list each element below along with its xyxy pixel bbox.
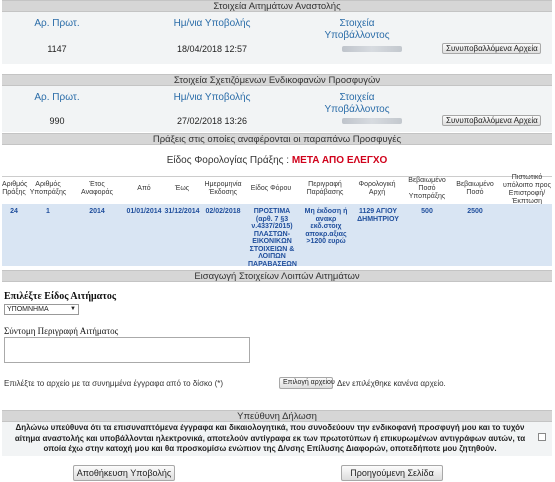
request-description-textarea[interactable] [4,337,250,363]
td-to: 31/12/2014 [164,208,200,215]
table-row: 24 1 2014 01/01/2014 31/12/2014 02/02/20… [2,204,552,268]
attached-files-button[interactable]: Συνυποβαλλόμενα Αρχεία [442,115,541,126]
td-tax-authority: 1129 ΑΓΙΟΥ ΔΗΜΗΤΡΙΟΥ [357,208,399,223]
choose-file-button[interactable]: Επιλογή αρχείου [279,377,335,389]
cell-ar-prot: 1147 [47,44,67,54]
section-title-other-requests: Εισαγωγή Στοιχείων Λοιπών Αιτημάτων [2,270,552,282]
tax-act-kind-label: Είδος Φορολογίας Πράξης : [166,155,290,166]
td-subact-number: 1 [46,208,50,215]
th-tax-authority: Φορολογική Αρχή [358,181,396,196]
file-select-label: Επιλέξτε το αρχείο με τα συνημμένα έγγρα… [4,379,224,388]
col-header-ar-prot: Αρ. Πρωτ. [34,18,80,29]
col-header-ar-prot: Αρ. Πρωτ. [34,92,80,103]
cell-date: 18/04/2018 12:57 [176,44,248,54]
request-description-label: Σύντομη Περιγραφή Αιτήματος [4,326,119,336]
chevron-down-icon: ▼ [70,306,76,312]
td-certified-amount: 2500 [467,208,483,215]
related-appeals-panel: Αρ. Πρωτ. Ημ/νια Υποβολής Στοιχεία Υποβά… [2,86,552,132]
section-title-declaration: Υπεύθυνη Δήλωση [2,410,552,422]
th-issue-date: Ημερομηνία Έκδοσης [204,181,242,196]
th-from: Από [137,185,151,192]
td-violation-desc: Μη έκδοση ή ανακρ εκδ.στοιχ αποκρ.αξιας … [304,208,348,245]
declaration-text: Δηλώνω υπεύθυνα ότι τα επισυναπτόμενα έγ… [14,423,526,453]
th-credit-balance: Πιστωτικό υπόλοιπο προς Επιστροφή/ Έκπτω… [503,174,551,205]
attached-files-button[interactable]: Συνυποβαλλόμενα Αρχεία [442,43,541,54]
section-title-acts: Πράξεις στις οποίες αναφέρονται οι παραπ… [2,133,552,145]
declaration-checkbox[interactable] [538,433,546,441]
th-to: Έως [174,185,190,192]
th-subact-number: Αριθμός Υποπράξης [29,181,67,196]
section-title-related-appeals: Στοιχεία Σχετιζόμενων Ενδικοφανών Προσφυ… [2,74,552,86]
submitter-redacted [342,118,402,124]
submitter-redacted [342,46,402,52]
th-violation-desc: Περιγραφή Παράβασης [306,181,344,196]
td-issue-date: 02/02/2018 [205,208,241,215]
save-submission-button[interactable]: Αποθήκευση Υποβολής [73,465,175,481]
suspension-requests-panel: Αρ. Πρωτ. Ημ/νια Υποβολής Στοιχεία Υποβά… [2,12,552,64]
tax-act-kind: Είδος Φορολογίας Πράξης : ΜΕΤΑ ΑΠΟ ΕΛΕΓΧ… [2,146,552,176]
col-header-date: Ημ/νια Υποβολής [173,18,251,29]
th-certified-amount: Βεβαιωμένο Ποσό [456,181,494,196]
col-header-submitter: Στοιχεία Υποβάλλοντος [324,18,390,41]
th-year: Έτος Αναφοράς [81,181,113,196]
td-act-number: 24 [10,208,18,215]
cell-date: 27/02/2018 13:26 [176,116,248,126]
cell-ar-prot: 990 [49,116,65,126]
th-act-number: Αριθμός Πράξης [2,181,28,196]
td-year: 2014 [89,208,105,215]
tax-act-kind-value: ΜΕΤΑ ΑΠΟ ΕΛΕΓΧΟ [291,155,388,166]
col-header-date: Ημ/νια Υποβολής [173,92,251,103]
section-title-suspension-requests: Στοιχεία Αιτημάτων Αναστολής [2,0,552,12]
request-type-label: Επιλέξτε Είδος Αιτήματος [4,291,117,302]
th-tax-kind: Είδος Φόρου [250,185,292,192]
th-certified-subact-amount: Βεβαιωμένο Ποσό Υποπράξης [408,177,446,200]
col-header-submitter: Στοιχεία Υποβάλλοντος [324,92,390,115]
request-type-value: ΥΠΟΜΝΗΜΑ [7,306,49,313]
td-tax-kind: ΠΡΟΣΤΙΜΑ (αρθ. 7 §3 ν.4337/2015) ΠΛΑΣΤΩΝ… [248,208,297,268]
acts-table-header: Αριθμός Πράξης Αριθμός Υποπράξης Έτος Αν… [2,174,552,205]
request-type-select[interactable]: ΥΠΟΜΝΗΜΑ ▼ [4,304,79,315]
file-status-text: Δεν επιλέχθηκε κανένα αρχείο. [337,379,446,388]
td-from: 01/01/2014 [126,208,162,215]
previous-page-button[interactable]: Προηγούμενη Σελίδα [341,465,443,481]
td-certified-subact-amount: 500 [421,208,433,215]
